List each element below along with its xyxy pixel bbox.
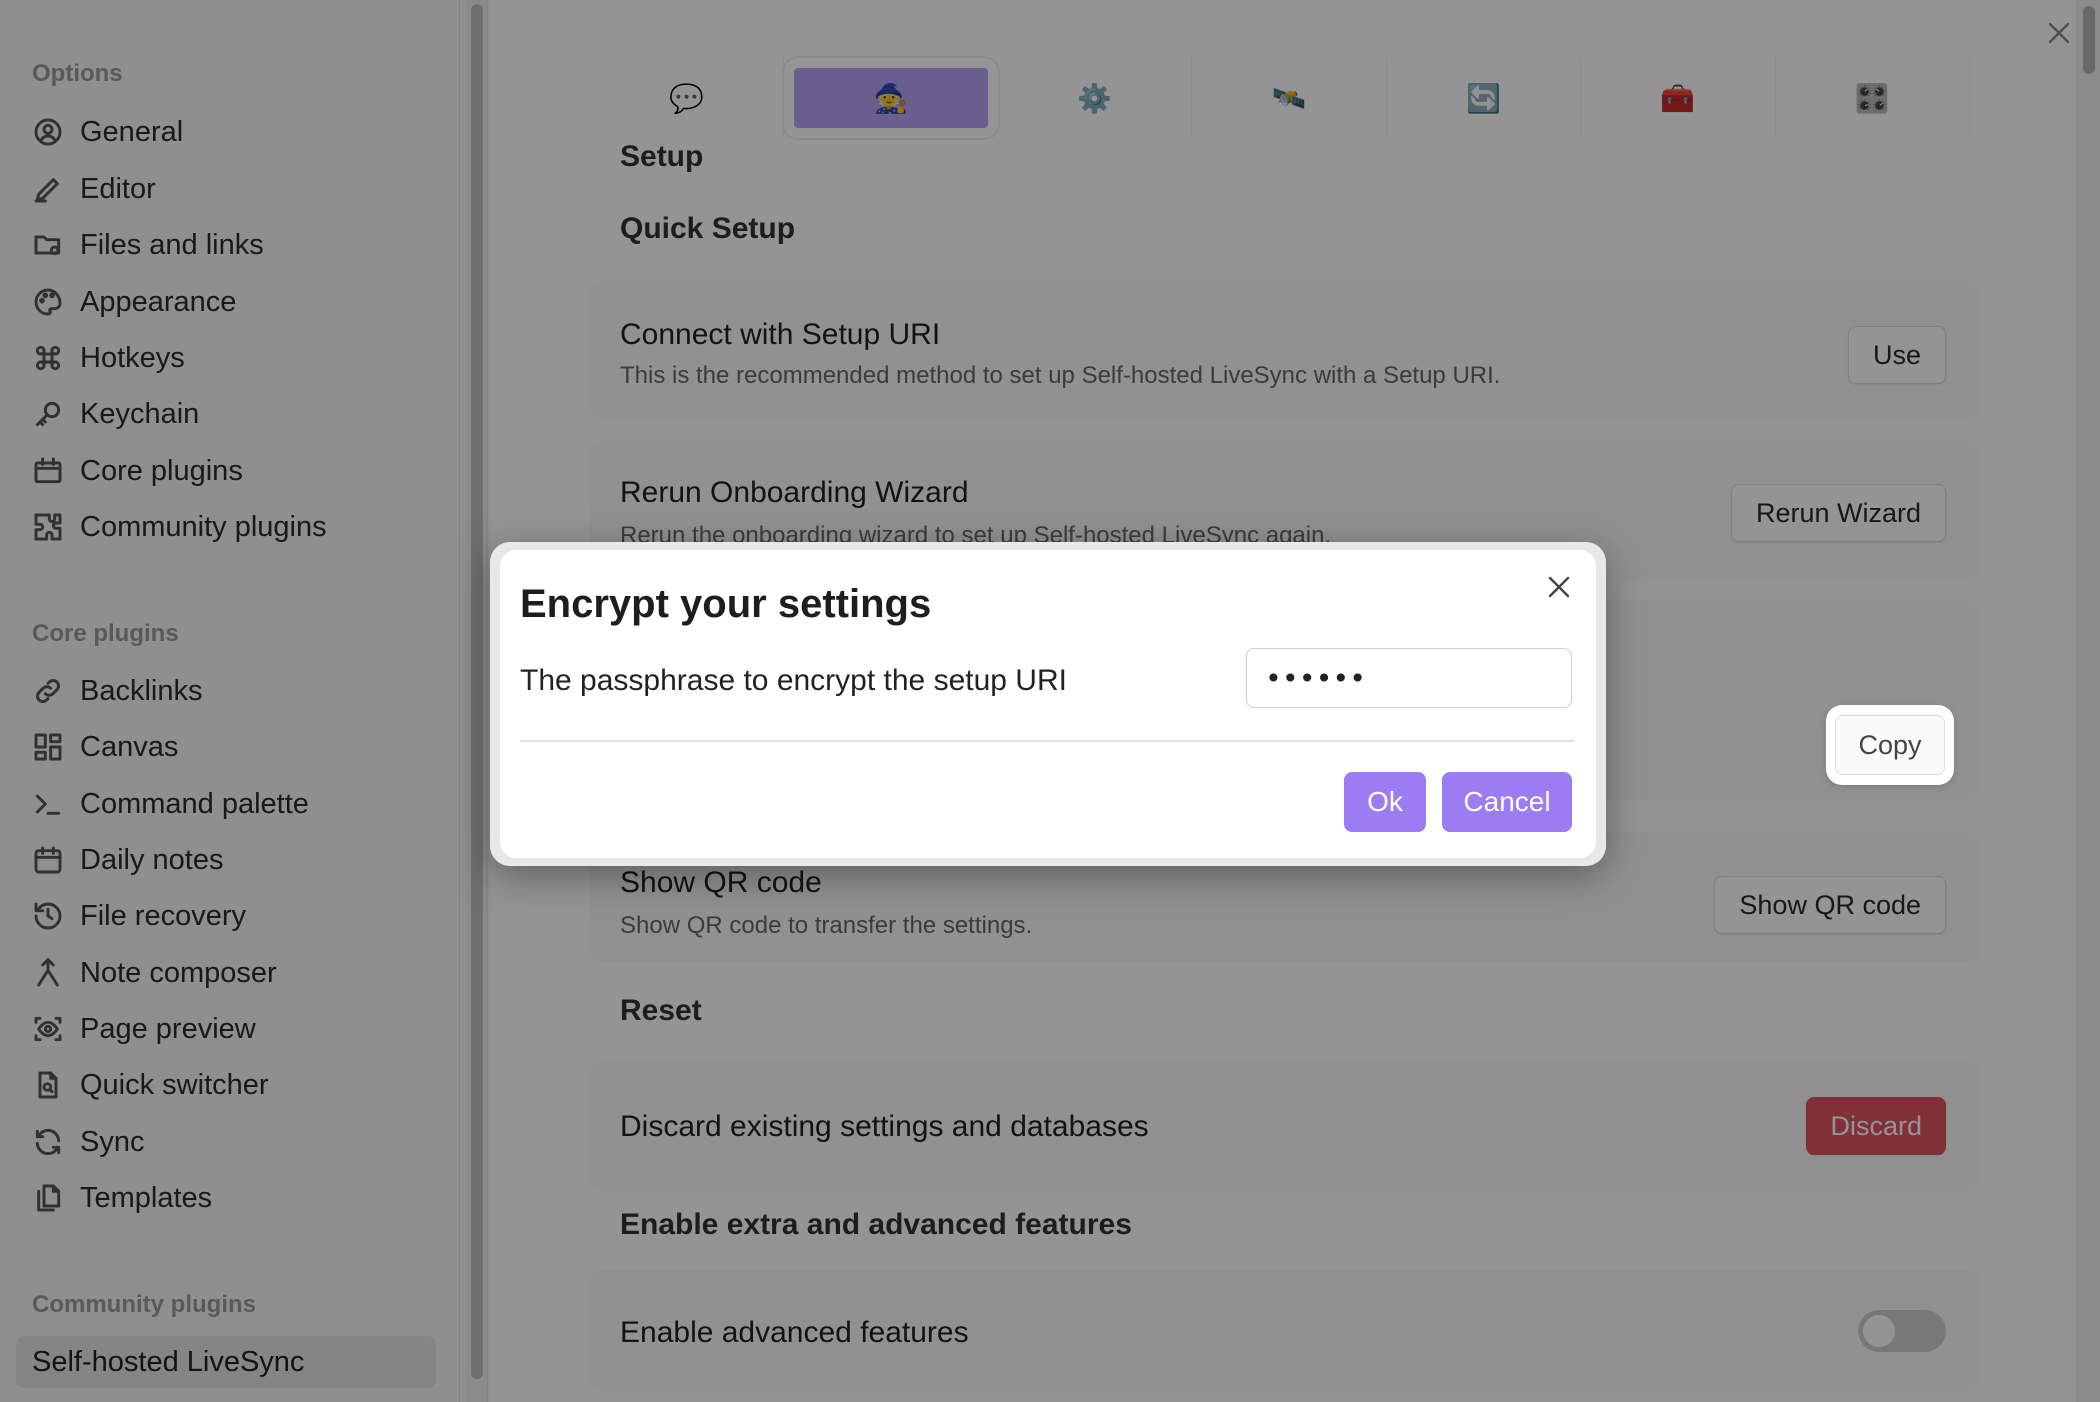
dialog-body: Encrypt your settings The passphrase to … [500, 550, 1596, 858]
ok-button[interactable]: Ok [1344, 772, 1426, 832]
copy-button-highlight: Copy [1826, 705, 1954, 785]
dialog-title: Encrypt your settings [520, 582, 932, 626]
cancel-button[interactable]: Cancel [1442, 772, 1572, 832]
close-icon[interactable] [1544, 572, 1574, 602]
encrypt-settings-dialog: Encrypt your settings The passphrase to … [490, 542, 1606, 866]
dialog-divider [520, 740, 1574, 742]
copy-button[interactable]: Copy [1835, 715, 1945, 775]
passphrase-input[interactable] [1246, 648, 1572, 708]
passphrase-label: The passphrase to encrypt the setup URI [520, 664, 1067, 697]
